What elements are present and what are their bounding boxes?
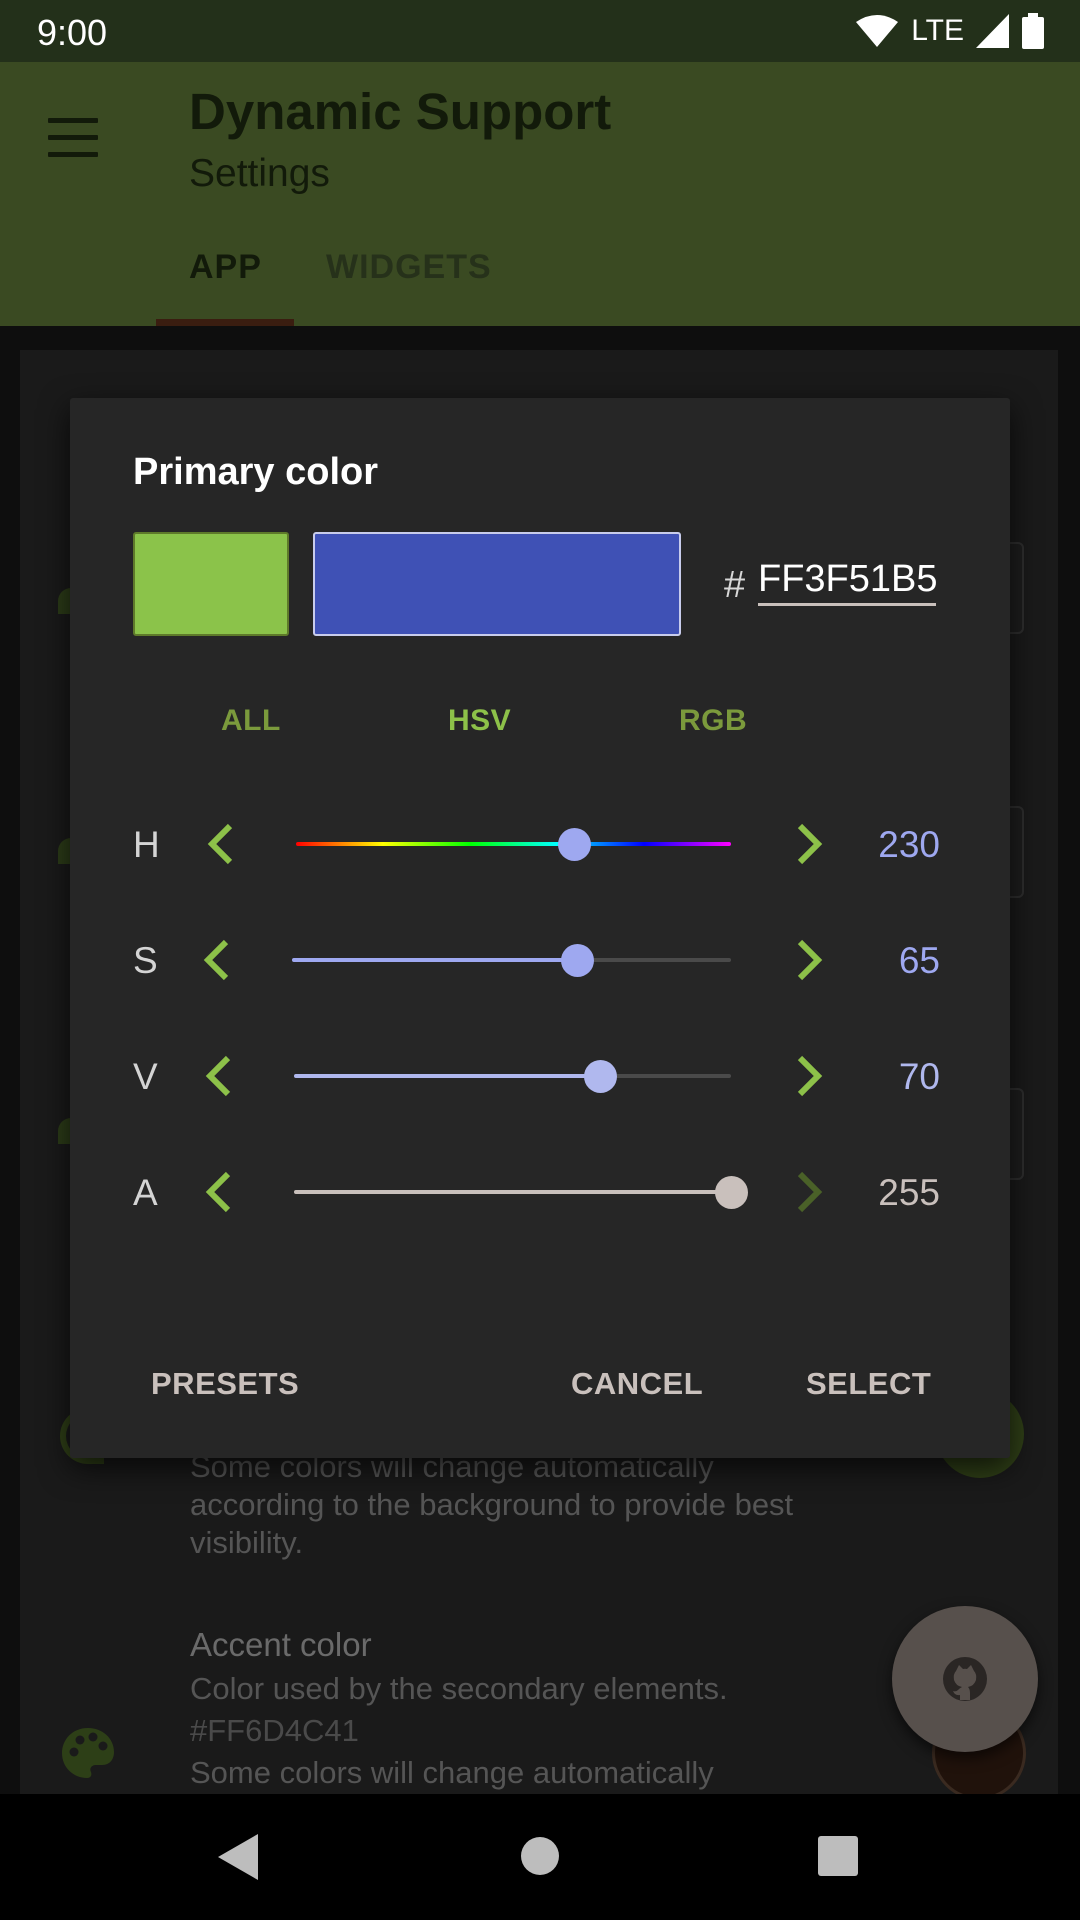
- value-thumb[interactable]: [583, 1060, 617, 1093]
- chevron-left-icon[interactable]: [200, 1170, 236, 1214]
- app-bar: Dynamic Support Settings APP WIDGETS: [0, 62, 1080, 326]
- home-icon[interactable]: [520, 1836, 560, 1876]
- palette-icon: [62, 1728, 114, 1778]
- previous-color-swatch[interactable]: [133, 532, 289, 636]
- value-track[interactable]: [294, 1074, 731, 1078]
- battery-icon: [1022, 13, 1044, 49]
- navigation-bar: [0, 1794, 1080, 1920]
- saturation-value: 65: [898, 940, 940, 981]
- chevron-left-icon[interactable]: [202, 822, 238, 866]
- tab-widgets[interactable]: WIDGETS: [326, 248, 492, 287]
- hue-label: H: [133, 824, 160, 865]
- github-fab[interactable]: [892, 1606, 1038, 1752]
- lte-signal-icon: [976, 14, 1009, 48]
- hue-slider-row: H 230: [70, 804, 1010, 884]
- chevron-right-icon: [797, 1171, 823, 1213]
- accent-color-title: Accent color: [190, 1626, 372, 1663]
- back-icon[interactable]: [218, 1834, 258, 1880]
- presets-button[interactable]: PRESETS: [151, 1366, 299, 1402]
- hue-thumb[interactable]: [557, 828, 591, 861]
- chevron-right-icon[interactable]: [792, 1054, 828, 1098]
- app-subtitle: Settings: [189, 152, 330, 195]
- chevron-left-icon[interactable]: [200, 1054, 236, 1098]
- alpha-thumb[interactable]: [715, 1176, 748, 1209]
- chevron-right-icon[interactable]: [792, 822, 828, 866]
- hue-value: 230: [878, 824, 940, 865]
- alpha-track[interactable]: [294, 1190, 731, 1194]
- alpha-label: A: [133, 1172, 158, 1213]
- accent-color-more: Some colors will change automatically: [190, 1755, 714, 1790]
- cancel-button[interactable]: CANCEL: [571, 1366, 703, 1402]
- primary-desc-line-3: visibility.: [190, 1525, 304, 1560]
- menu-icon[interactable]: [48, 118, 98, 158]
- chevron-right-icon[interactable]: [792, 938, 828, 982]
- value-slider-row: V 70: [70, 1036, 1010, 1116]
- accent-color-value: #FF6D4C41: [190, 1713, 359, 1748]
- hex-prefix: #: [724, 564, 746, 606]
- recents-icon[interactable]: [818, 1836, 858, 1876]
- value-value: 70: [898, 1056, 940, 1097]
- lte-label: LTE: [911, 14, 964, 47]
- alpha-value: 255: [878, 1172, 940, 1213]
- value-label: V: [133, 1056, 158, 1097]
- alpha-slider-row: A 255: [70, 1152, 1010, 1232]
- tab-app[interactable]: APP: [189, 248, 262, 287]
- new-color-swatch: [313, 532, 681, 636]
- hue-track[interactable]: [296, 842, 731, 846]
- saturation-thumb[interactable]: [561, 944, 595, 977]
- saturation-track[interactable]: [292, 958, 731, 962]
- mode-tab-hsv[interactable]: HSV: [448, 704, 511, 738]
- dialog-title: Primary color: [133, 451, 378, 493]
- wifi-icon: [856, 15, 899, 47]
- mode-tab-all[interactable]: ALL: [221, 704, 281, 738]
- hex-input[interactable]: FF3F51B5: [758, 558, 938, 606]
- github-icon: [943, 1657, 987, 1701]
- chevron-left-icon[interactable]: [198, 938, 234, 982]
- saturation-slider-row: S 65: [70, 920, 1010, 1000]
- mode-tab-rgb[interactable]: RGB: [679, 704, 747, 738]
- saturation-label: S: [133, 940, 158, 981]
- accent-color-desc: Color used by the secondary elements.: [190, 1671, 728, 1706]
- status-time: 9:00: [37, 12, 108, 53]
- app-title: Dynamic Support: [189, 83, 612, 140]
- primary-desc-line-2: according to the background to provide b…: [190, 1487, 794, 1522]
- select-button[interactable]: SELECT: [806, 1366, 931, 1402]
- status-icons: LTE: [855, 12, 1044, 50]
- color-picker-dialog: Primary color # FF3F51B5 ALL HSV RGB H 2…: [70, 398, 1010, 1458]
- status-bar: 9:00 LTE: [0, 0, 1080, 62]
- tab-indicator: [156, 319, 294, 326]
